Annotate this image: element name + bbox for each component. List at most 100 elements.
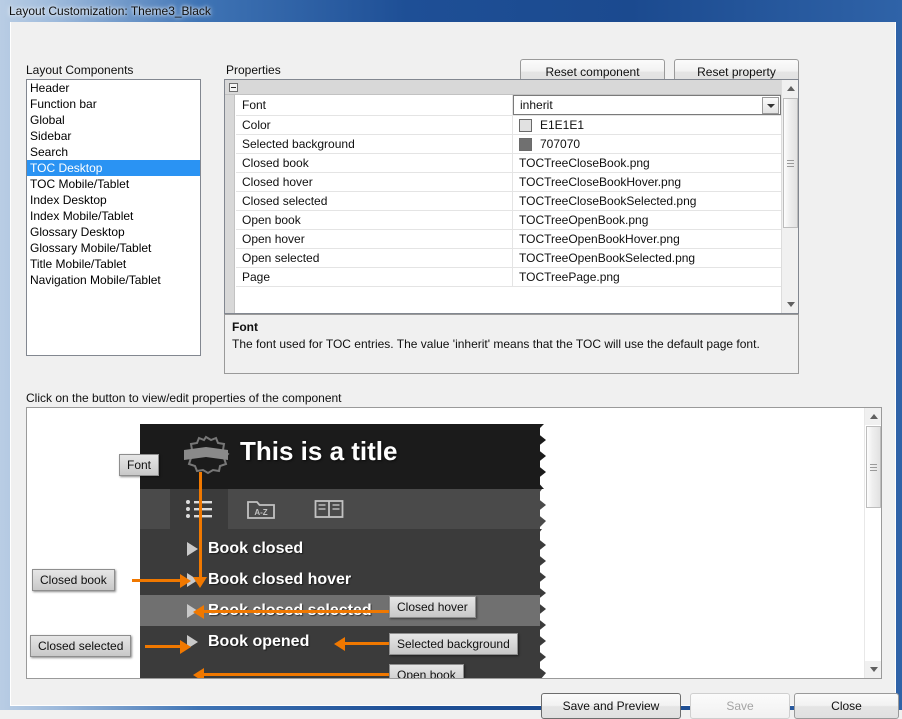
save-button: Save (690, 693, 790, 719)
property-value[interactable]: TOCTreeOpenBook.png (513, 211, 781, 229)
sidebar-item-glossary-mobile-tablet[interactable]: Glossary Mobile/Tablet (27, 240, 200, 256)
property-value[interactable]: E1E1E1 (513, 116, 781, 134)
save-and-preview-button[interactable]: Save and Preview (541, 693, 681, 719)
sidebar-item-navigation-mobile-tablet[interactable]: Navigation Mobile/Tablet (27, 272, 200, 288)
index-az-folder-icon: A-Z (247, 501, 275, 519)
property-value[interactable]: TOCTreeCloseBook.png (513, 154, 781, 172)
scroll-down-icon[interactable] (865, 661, 881, 678)
title-bar: Layout Customization: Theme3_Black (0, 0, 902, 22)
property-grid[interactable]: Font inherit Color E1E1E1 Selected backgroun… (224, 79, 799, 314)
property-value-text: TOCTreeOpenBookHover.png (519, 232, 680, 246)
leader-line-closed-book (132, 579, 184, 582)
scrollbar-thumb[interactable] (866, 426, 881, 508)
property-row[interactable]: Color E1E1E1 (236, 116, 781, 135)
leader-arrow-closed-selected (180, 640, 191, 654)
sidebar-item-toc-desktop[interactable]: TOC Desktop (27, 160, 200, 176)
scroll-up-icon[interactable] (865, 408, 881, 425)
property-value-text: TOCTreeCloseBookSelected.png (519, 194, 697, 208)
property-value-text: TOCTreeOpenBook.png (519, 213, 649, 227)
property-grid-header (225, 80, 798, 95)
scrollbar-thumb[interactable] (783, 98, 798, 228)
property-grid-rows: Font inherit Color E1E1E1 Selected backgroun… (236, 95, 781, 313)
sidebar-item-index-desktop[interactable]: Index Desktop (27, 192, 200, 208)
property-row[interactable]: Font inherit (236, 95, 781, 116)
property-name: Selected background (236, 135, 513, 153)
property-value[interactable]: inherit (513, 95, 781, 115)
leader-arrow-closed-hover (193, 605, 204, 619)
property-value[interactable]: TOCTreeCloseBookSelected.png (513, 192, 781, 210)
tree-row-label: Book opened (208, 632, 310, 650)
sidebar-item-sidebar[interactable]: Sidebar (27, 128, 200, 144)
property-value-text: inherit (520, 98, 553, 112)
property-name: Open book (236, 211, 513, 229)
property-row[interactable]: Selected background 707070 (236, 135, 781, 154)
property-name: Closed book (236, 154, 513, 172)
property-name: Open hover (236, 230, 513, 248)
property-value-text: TOCTreeCloseBookHover.png (519, 175, 682, 189)
layout-components-list[interactable]: Header Function bar Global Sidebar Search TOC… (26, 79, 201, 356)
leader-arrow-closed-book (180, 574, 191, 588)
property-grid-scrollbar[interactable] (781, 80, 798, 313)
sidebar-item-index-mobile-tablet[interactable]: Index Mobile/Tablet (27, 208, 200, 224)
property-name: Open selected (236, 249, 513, 267)
property-value-text: 707070 (540, 137, 581, 151)
property-row[interactable]: Open selected TOCTreeOpenBookSelected.png (236, 249, 781, 268)
expand-caret-icon[interactable] (187, 541, 198, 556)
glossary-tab-button[interactable] (300, 489, 358, 529)
leader-arrow-selected-background (334, 637, 345, 651)
property-row[interactable]: Closed selected TOCTreeCloseBookSelected.… (236, 192, 781, 211)
tree-row-label: Book closed hover (208, 570, 352, 588)
sidebar-item-global[interactable]: Global (27, 112, 200, 128)
grip-icon (787, 158, 794, 169)
property-value[interactable]: TOCTreePage.png (513, 268, 781, 286)
grip-icon (870, 462, 877, 473)
callout-open-book: Open book (389, 664, 464, 678)
callout-font: Font (119, 454, 160, 476)
color-swatch[interactable] (519, 137, 532, 151)
property-row[interactable]: Closed hover TOCTreeCloseBookHover.png (236, 173, 781, 192)
property-value[interactable]: TOCTreeOpenBookSelected.png (513, 249, 781, 267)
property-row[interactable]: Open hover TOCTreeOpenBookHover.png (236, 230, 781, 249)
property-row[interactable]: Closed book TOCTreeCloseBook.png (236, 154, 781, 173)
property-row[interactable]: Open book TOCTreeOpenBook.png (236, 211, 781, 230)
property-name: Page (236, 268, 513, 286)
collapse-icon[interactable] (229, 82, 238, 92)
dialog-client-area: Layout Components Properties Header Funct… (10, 22, 899, 719)
sidebar-item-toc-mobile-tablet[interactable]: TOC Mobile/Tablet (27, 176, 200, 192)
callout-closed-book: Closed book (32, 569, 115, 591)
sidebar-item-header[interactable]: Header (27, 80, 200, 96)
properties-label: Properties (226, 63, 281, 77)
torn-edge-header-icon (534, 424, 546, 489)
window-title: Layout Customization: Theme3_Black (9, 4, 211, 18)
property-name: Closed selected (236, 192, 513, 210)
property-row[interactable]: Page TOCTreePage.png (236, 268, 781, 287)
torn-edge-toolbar-icon (534, 489, 546, 529)
leader-line-font (199, 472, 202, 580)
site-logo-icon (184, 435, 230, 475)
leader-arrow-font (193, 577, 207, 588)
sidebar-item-function-bar[interactable]: Function bar (27, 96, 200, 112)
preview-scrollbar[interactable] (864, 408, 881, 678)
property-value[interactable]: 707070 (513, 135, 781, 153)
sidebar-item-search[interactable]: Search (27, 144, 200, 160)
property-name: Closed hover (236, 173, 513, 191)
callout-closed-hover: Closed hover (389, 596, 476, 618)
close-button[interactable]: Close (794, 693, 899, 719)
description-text: The font used for TOC entries. The value… (232, 337, 760, 351)
leader-line-open-book (199, 673, 395, 676)
property-value[interactable]: TOCTreeOpenBookHover.png (513, 230, 781, 248)
index-tab-button[interactable]: A-Z (232, 489, 290, 529)
leader-arrow-open-book (193, 668, 204, 678)
preview-canvas: This is a title A-Z Book closed Book clo… (27, 408, 864, 678)
property-value-text: TOCTreePage.png (519, 270, 620, 284)
color-swatch[interactable] (519, 118, 532, 132)
svg-text:A-Z: A-Z (254, 508, 267, 517)
property-value[interactable]: TOCTreeCloseBookHover.png (513, 173, 781, 191)
property-value-text: E1E1E1 (540, 118, 585, 132)
chevron-down-icon[interactable] (762, 97, 779, 114)
scroll-down-icon[interactable] (782, 296, 798, 313)
sidebar-item-glossary-desktop[interactable]: Glossary Desktop (27, 224, 200, 240)
scroll-up-icon[interactable] (782, 80, 798, 97)
layout-components-label: Layout Components (26, 63, 134, 77)
sidebar-item-title-mobile-tablet[interactable]: Title Mobile/Tablet (27, 256, 200, 272)
